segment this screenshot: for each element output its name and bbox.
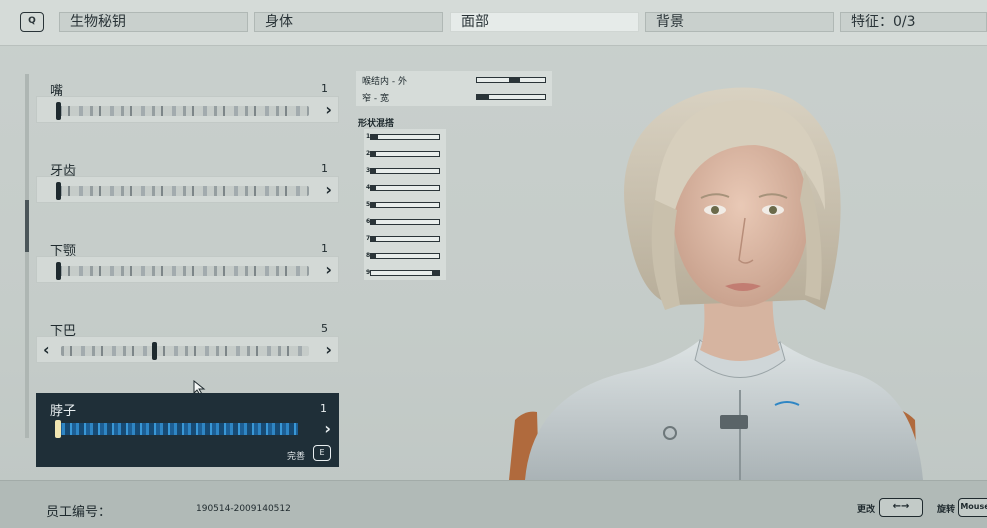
tab-biometric[interactable]: 生物秘钥: [59, 12, 248, 32]
feature-teeth-count: 1: [321, 162, 328, 175]
chevron-right-icon[interactable]: ›: [325, 261, 332, 279]
chevron-right-icon[interactable]: ›: [325, 341, 332, 359]
slider-fill: [371, 186, 377, 190]
shape-blend-slider-9[interactable]: [370, 270, 440, 276]
tab-background[interactable]: 背景: [645, 12, 834, 32]
chevron-left-icon[interactable]: ‹: [43, 341, 50, 359]
slider-fill: [477, 95, 490, 99]
shape-blend-slider-4[interactable]: [370, 185, 440, 191]
shape-blend-slider-2[interactable]: [370, 151, 440, 157]
slider-fill: [371, 237, 377, 241]
variant-strip: [59, 106, 309, 116]
feature-chin-slider[interactable]: ‹ ›: [36, 336, 339, 363]
slider-fill: [371, 152, 377, 156]
feature-jaw-count: 1: [321, 242, 328, 255]
variant-strip: [59, 186, 309, 196]
variant-marker: [56, 102, 61, 120]
rotate-mouse-button[interactable]: Mouse: [958, 498, 987, 517]
shape-blend-slider-3[interactable]: [370, 168, 440, 174]
shape-blend-panel: 123456789: [364, 129, 446, 280]
feature-mouth-count: 1: [321, 82, 328, 95]
top-tab-bar: Q 生物秘钥 身体 面部 背景 特征：0/3: [0, 0, 987, 46]
scrollbar-thumb[interactable]: [25, 200, 29, 252]
shape-blend-title: 形状混搭: [358, 119, 395, 129]
feature-jaw-slider[interactable]: ›: [36, 256, 339, 283]
slider-fill: [432, 271, 439, 275]
shape-blend-slider-7[interactable]: [370, 236, 440, 242]
chevron-right-icon[interactable]: ›: [324, 419, 331, 438]
q-key-hint[interactable]: Q: [20, 12, 44, 32]
refine-key-button[interactable]: E: [313, 445, 331, 461]
feature-neck-count: 1: [320, 402, 327, 415]
change-label: 更改: [857, 505, 876, 515]
neck-variant-marker: [55, 420, 61, 438]
tab-traits[interactable]: 特征：0/3: [840, 12, 987, 32]
feature-chin-count: 5: [321, 322, 328, 335]
slider-fill: [371, 220, 377, 224]
feature-teeth-slider[interactable]: ›: [36, 176, 339, 203]
variant-marker: [56, 182, 61, 200]
feature-neck-panel[interactable]: 脖子 1 › 完善 E: [36, 393, 339, 467]
shape-blend-slider-8[interactable]: [370, 253, 440, 259]
variant-strip: [61, 346, 309, 356]
shape-blend-slider-5[interactable]: [370, 202, 440, 208]
slider-fill: [371, 169, 377, 173]
refine-label: 完善: [286, 452, 305, 462]
shape-blend-slider-1[interactable]: [370, 134, 440, 140]
slider-label: 喉结内 - 外: [362, 77, 407, 87]
employee-id-label: 员工编号：: [46, 505, 112, 520]
chevron-right-icon[interactable]: ›: [325, 181, 332, 199]
tab-body[interactable]: 身体: [254, 12, 443, 32]
rotate-label: 旋转: [937, 505, 956, 515]
shape-blend-slider-6[interactable]: [370, 219, 440, 225]
feature-list-scrollbar[interactable]: [25, 74, 29, 438]
slider-fill: [371, 135, 378, 139]
feature-neck-label: 脖子: [50, 404, 77, 419]
slider-fill: [371, 203, 377, 207]
change-key-button[interactable]: ←→: [879, 498, 923, 517]
variant-strip: [59, 266, 309, 276]
variant-marker: [56, 262, 61, 280]
bottom-bar: 员工编号： 190514-2009140512 更改 ←→ 旋转 Mouse: [0, 480, 987, 528]
employee-id-value: 190514-2009140512: [196, 504, 291, 514]
feature-mouth-slider[interactable]: ›: [36, 96, 339, 123]
tab-face[interactable]: 面部: [450, 12, 639, 32]
character-portrait: [509, 87, 923, 480]
neck-variant-strip[interactable]: [58, 423, 298, 435]
variant-marker: [152, 342, 157, 360]
slider-label: 窄 - 宽: [362, 94, 389, 104]
chevron-right-icon[interactable]: ›: [325, 101, 332, 119]
slider-fill: [371, 254, 377, 258]
